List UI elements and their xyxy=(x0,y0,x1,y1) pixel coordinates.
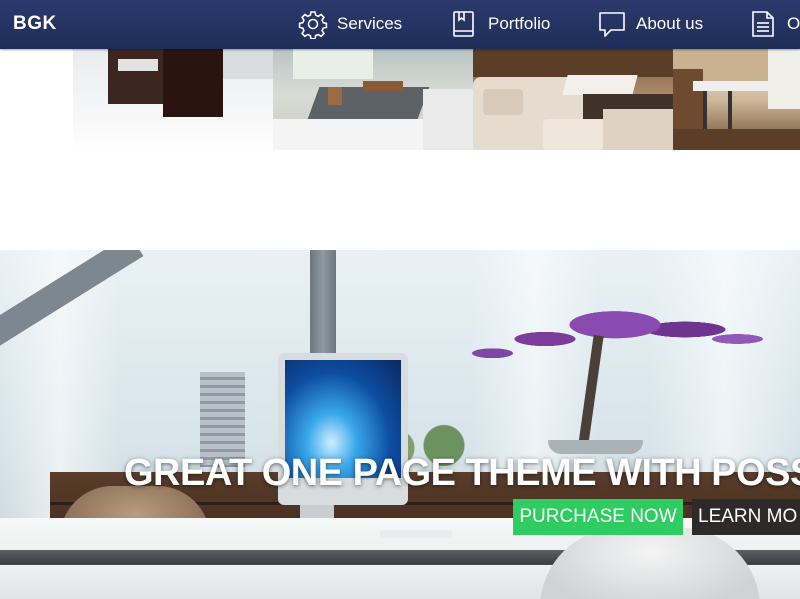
portfolio-thumb-beige-sofa[interactable] xyxy=(473,49,673,150)
brand-logo[interactable]: BGK xyxy=(13,13,57,35)
bonsai-tree xyxy=(440,282,790,377)
nav-item-services[interactable]: Services xyxy=(298,7,402,41)
nav-label-portfolio: Portfolio xyxy=(488,14,551,33)
nav-label-other: O xyxy=(787,14,800,33)
book-icon xyxy=(453,11,474,37)
nav-item-other[interactable]: O xyxy=(748,7,800,41)
gear-icon xyxy=(298,11,328,39)
portfolio-strip xyxy=(73,49,800,150)
hero-section: GREAT ONE PAGE THEME WITH POSS PURCHASE … xyxy=(0,250,800,599)
nav-item-about-us[interactable]: About us xyxy=(597,7,703,41)
top-navbar: BGK Services Portfolio About us O xyxy=(0,0,800,49)
portfolio-thumb-living-room[interactable] xyxy=(273,49,473,150)
speech-bubble-icon xyxy=(599,12,625,37)
hero-title: GREAT ONE PAGE THEME WITH POSS xyxy=(124,452,800,494)
portfolio-thumb-kitchen[interactable] xyxy=(73,49,273,150)
nav-label-services: Services xyxy=(337,14,403,33)
nav-label-about-us: About us xyxy=(636,14,704,33)
document-icon xyxy=(752,11,774,37)
learn-more-button[interactable]: LEARN MO xyxy=(692,499,800,535)
nav-item-portfolio[interactable]: Portfolio xyxy=(449,7,550,41)
portfolio-thumb-dining-room[interactable] xyxy=(673,49,800,150)
purchase-now-button[interactable]: PURCHASE NOW xyxy=(513,499,683,535)
